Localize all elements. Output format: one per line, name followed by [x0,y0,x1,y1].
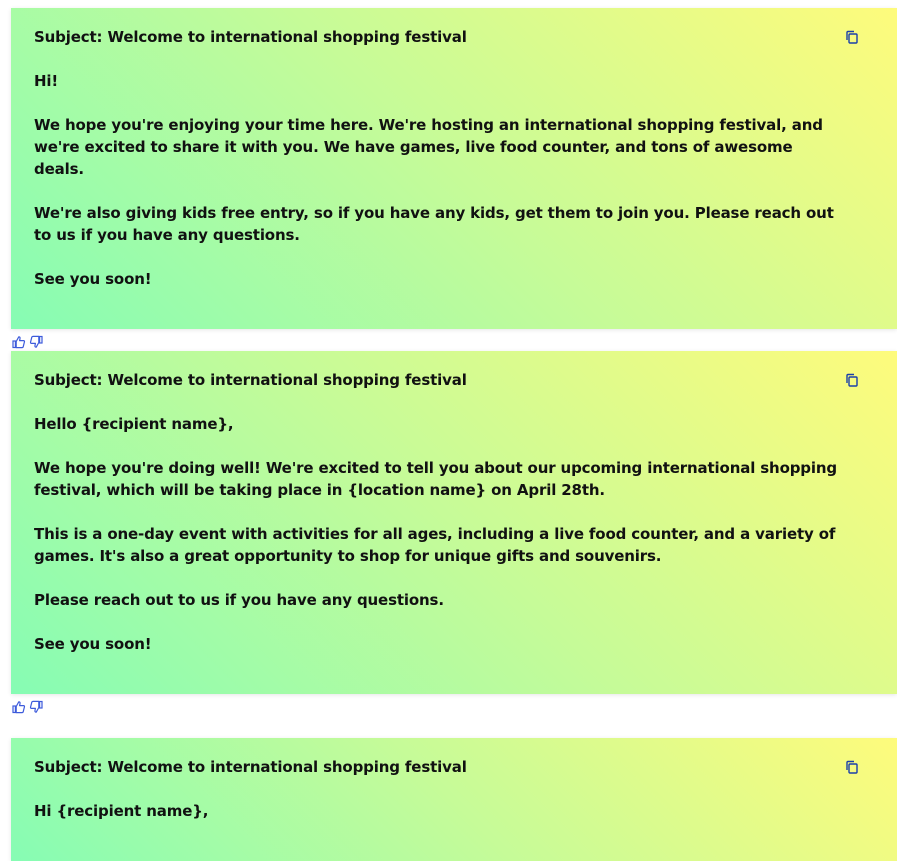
result-card: Subject: Welcome to international shoppi… [11,8,897,329]
result-card: Subject: Welcome to international shoppi… [11,738,897,861]
copy-icon[interactable] [845,30,859,44]
thumbs-up-icon[interactable] [12,335,26,349]
thumbs-down-icon[interactable] [29,700,43,714]
result-item: Subject: Welcome to international shoppi… [11,738,897,861]
email-subject: Subject: Welcome to international shoppi… [34,28,467,46]
email-subject: Subject: Welcome to international shoppi… [34,758,467,776]
email-greeting: Hello {recipient name}, [34,415,234,433]
thumbs-down-icon[interactable] [29,335,43,349]
copy-icon[interactable] [845,760,859,774]
email-paragraph: We hope you're enjoying your time here. … [34,116,828,178]
feedback-bar [11,694,897,720]
email-paragraph: We're also giving kids free entry, so if… [34,204,839,244]
email-signoff: See you soon! [34,270,152,288]
email-signoff: See you soon! [34,635,152,653]
results-feed: Subject: Welcome to international shoppi… [0,0,897,861]
result-item: Subject: Welcome to international shoppi… [11,8,897,355]
result-card: Subject: Welcome to international shoppi… [11,351,897,694]
email-paragraph: Please reach out to us if you have any q… [34,591,444,609]
email-greeting: Hi! [34,72,59,90]
copy-icon[interactable] [845,373,859,387]
email-subject: Subject: Welcome to international shoppi… [34,371,467,389]
email-paragraph: This is a one-day event with activities … [34,525,841,565]
email-paragraph: We hope you're doing well! We're excited… [34,459,843,499]
result-item: Subject: Welcome to international shoppi… [11,351,897,720]
thumbs-up-icon[interactable] [12,700,26,714]
